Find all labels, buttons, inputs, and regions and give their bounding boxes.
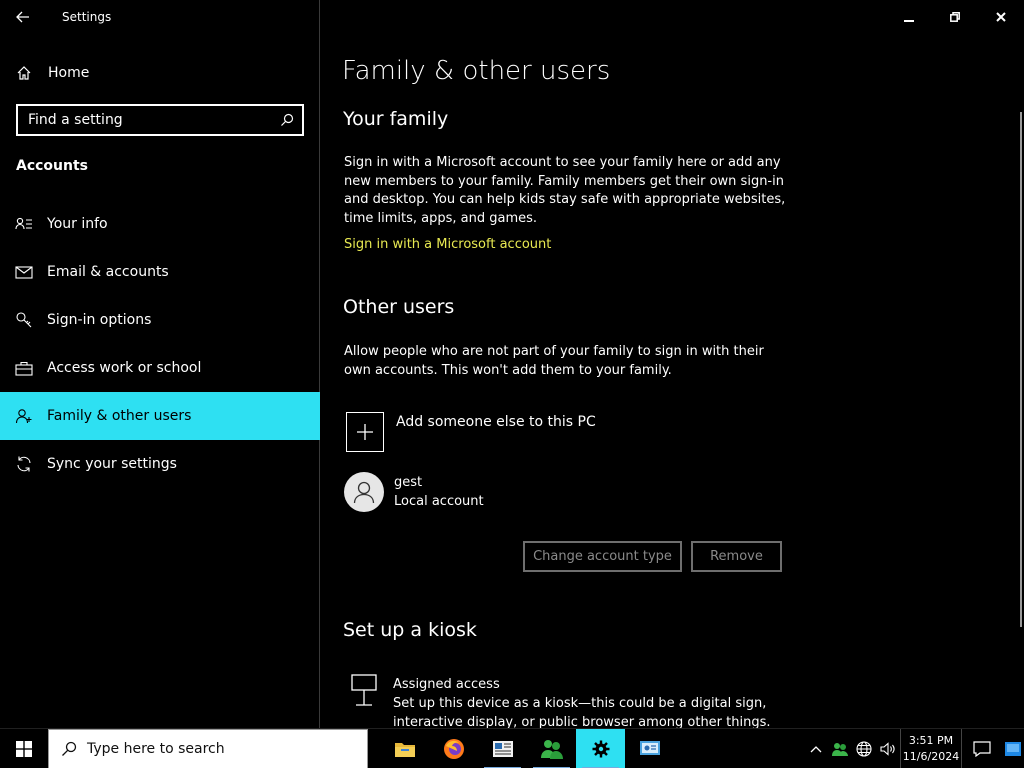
page-title: Family & other users <box>342 56 611 86</box>
briefcase-icon <box>14 358 34 378</box>
show-desktop-button[interactable] <box>1002 729 1024 768</box>
sidebar-item-label: Sync your settings <box>47 456 177 472</box>
chevron-up-icon <box>810 746 822 753</box>
find-setting-search-box[interactable] <box>16 104 304 136</box>
key-icon <box>14 310 34 330</box>
tray-overflow-button[interactable] <box>804 729 828 768</box>
search-icon <box>281 113 294 126</box>
network-button[interactable] <box>852 729 876 768</box>
add-someone-button[interactable]: Add someone else to this PC <box>346 412 596 452</box>
tray-app-button[interactable] <box>828 729 852 768</box>
user-account-type: Local account <box>394 494 484 509</box>
assigned-access-item[interactable]: Assigned access Set up this device as a … <box>351 674 773 732</box>
start-button[interactable] <box>0 729 48 768</box>
taskbar-file-explorer[interactable] <box>380 729 429 768</box>
minimize-icon <box>904 20 914 22</box>
sidebar-item-your-info[interactable]: Your info <box>0 200 320 248</box>
green-people-app-icon <box>540 739 563 759</box>
home-label: Home <box>48 65 90 81</box>
file-explorer-icon <box>394 742 415 757</box>
your-family-heading: Your family <box>343 108 449 130</box>
taskbar-control-panel[interactable] <box>625 729 674 768</box>
window-controls <box>886 0 1024 34</box>
sidebar-item-sync-settings[interactable]: Sync your settings <box>0 440 320 488</box>
sign-in-microsoft-link[interactable]: Sign in with a Microsoft account <box>344 237 551 252</box>
clock-date: 11/6/2024 <box>902 750 960 763</box>
windows-logo-icon <box>16 740 32 757</box>
action-center-button[interactable] <box>962 729 1002 768</box>
kiosk-icon <box>351 674 377 706</box>
taskbar-search-box[interactable]: Type here to search <box>48 728 368 768</box>
restore-button[interactable] <box>932 0 978 34</box>
back-button[interactable] <box>0 0 46 34</box>
person-list-icon <box>14 214 34 234</box>
taskbar-news-app[interactable] <box>478 729 527 768</box>
sidebar-item-label: Access work or school <box>47 360 202 376</box>
accounts-nav: Your info Email & accounts Sign-in optio… <box>0 200 320 488</box>
back-arrow-icon <box>16 11 29 23</box>
settings-gear-icon <box>592 740 609 757</box>
minimize-button[interactable] <box>886 0 932 34</box>
home-nav-item[interactable]: Home <box>0 56 320 90</box>
assigned-access-text: Assigned access Set up this device as a … <box>393 675 773 732</box>
user-account-item[interactable]: gest Local account <box>344 472 484 512</box>
add-someone-label: Add someone else to this PC <box>396 414 596 430</box>
accounts-section-label: Accounts <box>16 158 89 174</box>
kiosk-heading: Set up a kiosk <box>343 619 477 641</box>
titlebar-left: Settings <box>0 0 319 34</box>
sidebar: Settings Home Accounts Your info Email &… <box>0 0 320 728</box>
taskbar-search-placeholder: Type here to search <box>87 740 225 757</box>
taskbar-clock[interactable]: 3:51 PM 11/6/2024 <box>900 729 962 768</box>
plus-box <box>346 412 384 452</box>
user-text: gest Local account <box>394 473 484 511</box>
search-icon <box>62 741 77 756</box>
other-users-description: Allow people who are not part of your fa… <box>344 344 764 378</box>
person-add-icon <box>14 406 34 426</box>
sidebar-item-label: Email & accounts <box>47 264 169 280</box>
assigned-access-description: Set up this device as a kiosk—this could… <box>393 696 771 730</box>
taskbar-people-app[interactable] <box>527 729 576 768</box>
close-button[interactable] <box>978 0 1024 34</box>
sidebar-item-sign-in-options[interactable]: Sign-in options <box>0 296 320 344</box>
sidebar-item-label: Family & other users <box>47 408 192 424</box>
home-icon <box>17 66 31 80</box>
taskbar-apps <box>380 728 674 768</box>
sidebar-item-access-work-school[interactable]: Access work or school <box>0 344 320 392</box>
notification-icon <box>973 741 991 757</box>
firefox-icon <box>443 738 464 759</box>
restore-icon <box>950 12 960 22</box>
speaker-volume-icon <box>880 742 895 756</box>
globe-network-icon <box>856 741 872 757</box>
sidebar-item-label: Your info <box>47 216 108 232</box>
user-avatar-icon <box>353 481 375 504</box>
green-people-tray-icon <box>832 743 848 756</box>
your-family-description: Sign in with a Microsoft account to see … <box>344 155 786 226</box>
close-icon <box>996 12 1006 22</box>
sidebar-item-email-accounts[interactable]: Email & accounts <box>0 248 320 296</box>
other-users-heading: Other users <box>343 296 455 318</box>
vertical-scrollbar[interactable] <box>1020 112 1022 627</box>
mail-icon <box>14 262 34 282</box>
plus-icon <box>357 424 373 440</box>
find-setting-input[interactable] <box>28 112 268 128</box>
desktop-preview-icon <box>1005 742 1021 756</box>
app-title: Settings <box>62 10 112 24</box>
change-account-type-button[interactable]: Change account type <box>523 541 682 572</box>
news-app-icon <box>492 740 513 757</box>
assigned-access-title: Assigned access <box>393 677 500 692</box>
user-name: gest <box>394 475 423 490</box>
volume-button[interactable] <box>876 729 900 768</box>
sync-icon <box>14 454 34 474</box>
control-panel-icon <box>639 740 660 755</box>
remove-button[interactable]: Remove <box>691 541 782 572</box>
taskbar-firefox[interactable] <box>429 729 478 768</box>
taskbar-settings[interactable] <box>576 728 625 768</box>
taskbar: Type here to search 3:51 PM 11/6/2024 <box>0 728 1024 768</box>
clock-time: 3:51 PM <box>908 734 954 747</box>
avatar <box>344 472 384 512</box>
sidebar-item-label: Sign-in options <box>47 312 152 328</box>
sidebar-item-family-other-users[interactable]: Family & other users <box>0 392 320 440</box>
main-content: Family & other users Your family Sign in… <box>321 34 1024 730</box>
system-tray: 3:51 PM 11/6/2024 <box>804 729 1024 768</box>
